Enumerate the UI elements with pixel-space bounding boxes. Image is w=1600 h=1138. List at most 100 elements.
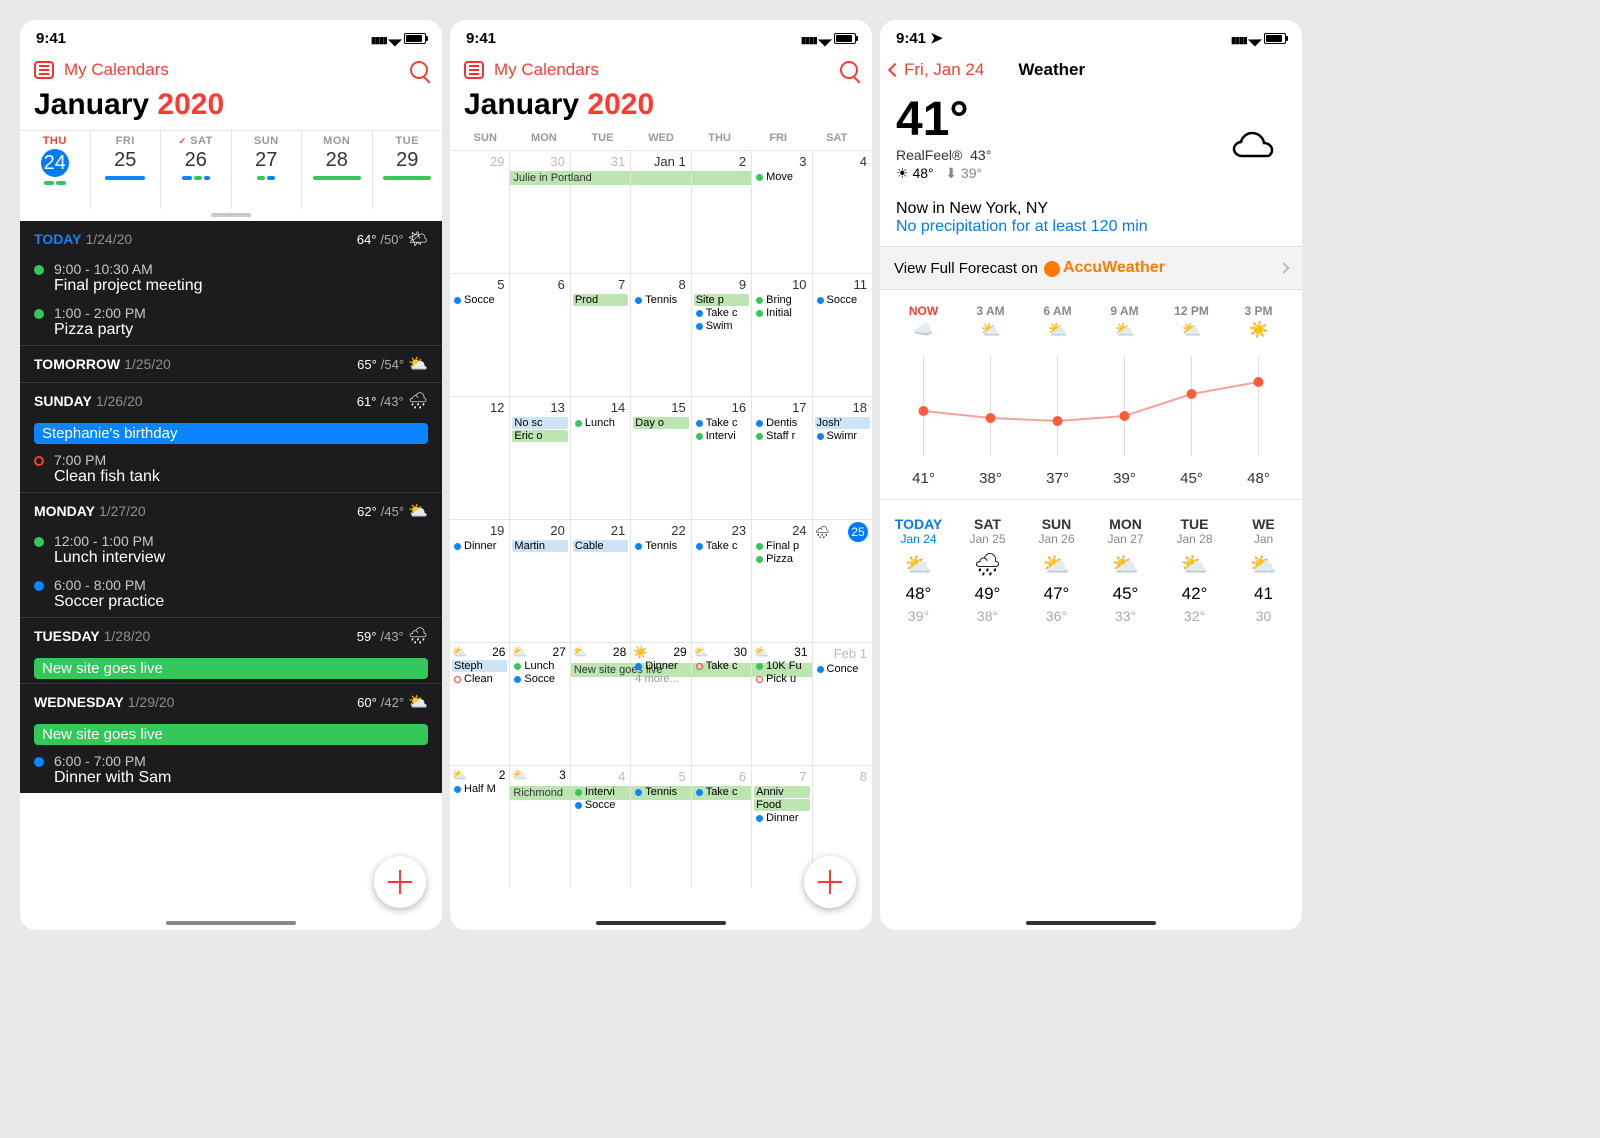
day-cell[interactable]: ⛅2Half M <box>450 766 510 888</box>
menu-icon[interactable] <box>34 61 54 79</box>
event-chip[interactable]: Pick u <box>754 673 809 685</box>
day-header[interactable]: WEDNESDAY 1/29/2060°/42°⛅ <box>20 683 442 720</box>
day-cell[interactable]: 12 <box>450 397 510 519</box>
event-chip[interactable]: Take c <box>694 417 749 429</box>
event-chip[interactable]: Intervi <box>694 430 749 442</box>
agenda-item[interactable]: 6:00 - 7:00 PMDinner with Sam <box>20 749 442 793</box>
day-cell[interactable]: 14Lunch <box>571 397 631 519</box>
day-cell[interactable]: 22Tennis <box>631 520 691 642</box>
daily-forecast[interactable]: TODAYJan 24⛅48°39°SATJan 25🌧49°38°SUNJan… <box>880 500 1302 640</box>
day-cell[interactable]: 29 <box>450 151 510 273</box>
allday-event[interactable]: New site goes live <box>34 724 428 745</box>
event-chip[interactable]: Dentis <box>754 417 809 429</box>
weekday-tue[interactable]: TUE29 <box>373 131 443 209</box>
day-cell[interactable]: 17DentisStaff r <box>752 397 812 519</box>
event-chip[interactable]: Tennis <box>633 540 688 552</box>
event-chip[interactable]: Dinner <box>633 660 688 672</box>
day-cell[interactable]: 19Dinner <box>450 520 510 642</box>
event-chip[interactable]: Take c <box>694 786 749 798</box>
event-chip[interactable]: No sc <box>512 417 567 429</box>
day-cell[interactable]: 6Take c <box>692 766 752 888</box>
forecast-day[interactable]: MONJan 27⛅45°33° <box>1091 516 1160 624</box>
event-chip[interactable]: Initial <box>754 307 809 319</box>
event-chip[interactable]: Half M <box>452 783 507 795</box>
day-cell[interactable]: 6 <box>510 274 570 396</box>
day-cell[interactable]: 3Move <box>752 151 812 273</box>
day-cell[interactable]: ⛅28New site goes live <box>571 643 631 765</box>
event-chip[interactable]: Eric o <box>512 430 567 442</box>
agenda-item[interactable]: 7:00 PMClean fish tank <box>20 448 442 492</box>
month-grid[interactable]: 2930Julie in Portland31Jan 123Move45Socc… <box>450 150 872 888</box>
event-chip[interactable]: Staff r <box>754 430 809 442</box>
event-chip[interactable]: Martin <box>512 540 567 552</box>
day-cell[interactable]: 2 <box>692 151 752 273</box>
event-chip[interactable]: Socce <box>452 294 507 306</box>
event-chip[interactable]: Intervi <box>573 786 628 798</box>
agenda-item[interactable]: 6:00 - 8:00 PMSoccer practice <box>20 573 442 617</box>
day-cell[interactable]: 8Tennis <box>631 274 691 396</box>
home-indicator[interactable] <box>596 921 726 925</box>
add-event-button[interactable] <box>804 856 856 908</box>
weekday-fri[interactable]: FRI25 <box>91 131 162 209</box>
weekday-sun[interactable]: SUN27 <box>232 131 303 209</box>
forecast-day[interactable]: SATJan 25🌧49°38° <box>953 516 1022 624</box>
day-cell[interactable]: 13No scEric o <box>510 397 570 519</box>
event-chip[interactable]: Tennis <box>633 786 688 798</box>
day-cell[interactable]: 4InterviSocce <box>571 766 631 888</box>
event-chip[interactable]: Take c <box>694 540 749 552</box>
day-cell[interactable]: 15Day o <box>631 397 691 519</box>
day-cell[interactable]: 5Socce <box>450 274 510 396</box>
day-cell[interactable]: 5Tennis <box>631 766 691 888</box>
day-cell[interactable]: 4 <box>813 151 872 273</box>
week-strip[interactable]: THU24FRI25✓ SAT26SUN27MON28TUE29 <box>20 130 442 209</box>
event-chip[interactable]: Conce <box>815 663 870 675</box>
back-date[interactable]: Fri, Jan 24 <box>904 60 984 80</box>
event-chip[interactable]: Pizza <box>754 553 809 565</box>
menu-icon[interactable] <box>464 61 484 79</box>
search-icon[interactable] <box>410 61 428 79</box>
event-chip[interactable]: Lunch <box>573 417 628 429</box>
event-chip[interactable]: Day o <box>633 417 688 429</box>
forecast-day[interactable]: TODAYJan 24⛅48°39° <box>884 516 953 624</box>
day-cell[interactable]: 10BringInitial <box>752 274 812 396</box>
event-chip[interactable]: 10K Fu <box>754 660 809 672</box>
event-chip[interactable]: Final p <box>754 540 809 552</box>
event-chip[interactable]: Prod <box>573 294 628 306</box>
forecast-day[interactable]: TUEJan 28⛅42°32° <box>1160 516 1229 624</box>
day-header[interactable]: TODAY 1/24/2064°/50°🌤 <box>20 221 442 257</box>
home-indicator[interactable] <box>166 921 296 925</box>
weekday-sat[interactable]: ✓ SAT26 <box>161 131 232 209</box>
day-cell[interactable]: ⛅27LunchSocce <box>510 643 570 765</box>
event-chip[interactable]: Socce <box>815 294 870 306</box>
day-cell[interactable]: ⛅30Take c <box>692 643 752 765</box>
accuweather-row[interactable]: View Full Forecast on AccuWeather <box>880 246 1302 290</box>
weekday-mon[interactable]: MON28 <box>302 131 373 209</box>
day-header[interactable]: MONDAY 1/27/2062°/45°⛅ <box>20 492 442 529</box>
day-header[interactable]: TUESDAY 1/28/2059°/43°🌧 <box>20 617 442 654</box>
event-chip[interactable]: Steph <box>452 660 507 672</box>
event-chip[interactable]: Clean <box>452 673 507 685</box>
agenda-item[interactable]: 9:00 - 10:30 AMFinal project meeting <box>20 257 442 301</box>
event-chip[interactable]: Take c <box>694 307 749 319</box>
event-chip[interactable]: Dinner <box>754 812 809 824</box>
day-cell[interactable]: 11Socce <box>813 274 872 396</box>
day-header[interactable]: TOMORROW 1/25/2065°/54°⛅ <box>20 345 442 382</box>
event-chip[interactable]: Cable <box>573 540 628 552</box>
day-cell[interactable]: Jan 1 <box>631 151 691 273</box>
agenda-item[interactable]: 1:00 - 2:00 PMPizza party <box>20 301 442 345</box>
day-cell[interactable]: 9Site pTake cSwim <box>692 274 752 396</box>
day-cell[interactable]: 18Josh'Swimr <box>813 397 872 519</box>
day-cell[interactable]: ⛅26StephClean <box>450 643 510 765</box>
event-chip[interactable]: Swimr <box>815 430 870 442</box>
day-cell[interactable]: ⛅3110K FuPick u <box>752 643 812 765</box>
event-chip[interactable]: Josh' <box>815 417 870 429</box>
day-cell[interactable]: 31 <box>571 151 631 273</box>
day-cell[interactable]: 16Take cIntervi <box>692 397 752 519</box>
event-chip[interactable]: Anniv <box>754 786 809 798</box>
hourly-forecast[interactable]: NOW☁️3 AM⛅6 AM⛅9 AM⛅12 PM⛅3 PM☀️ 41°38°3… <box>880 290 1302 500</box>
day-cell[interactable]: 7AnnivFoodDinner <box>752 766 812 888</box>
event-chip[interactable]: Dinner <box>452 540 507 552</box>
agenda-list[interactable]: TODAY 1/24/2064°/50°🌤9:00 - 10:30 AMFina… <box>20 221 442 793</box>
forecast-day[interactable]: SUNJan 26⛅47°36° <box>1022 516 1091 624</box>
allday-event[interactable]: Stephanie's birthday <box>34 423 428 444</box>
